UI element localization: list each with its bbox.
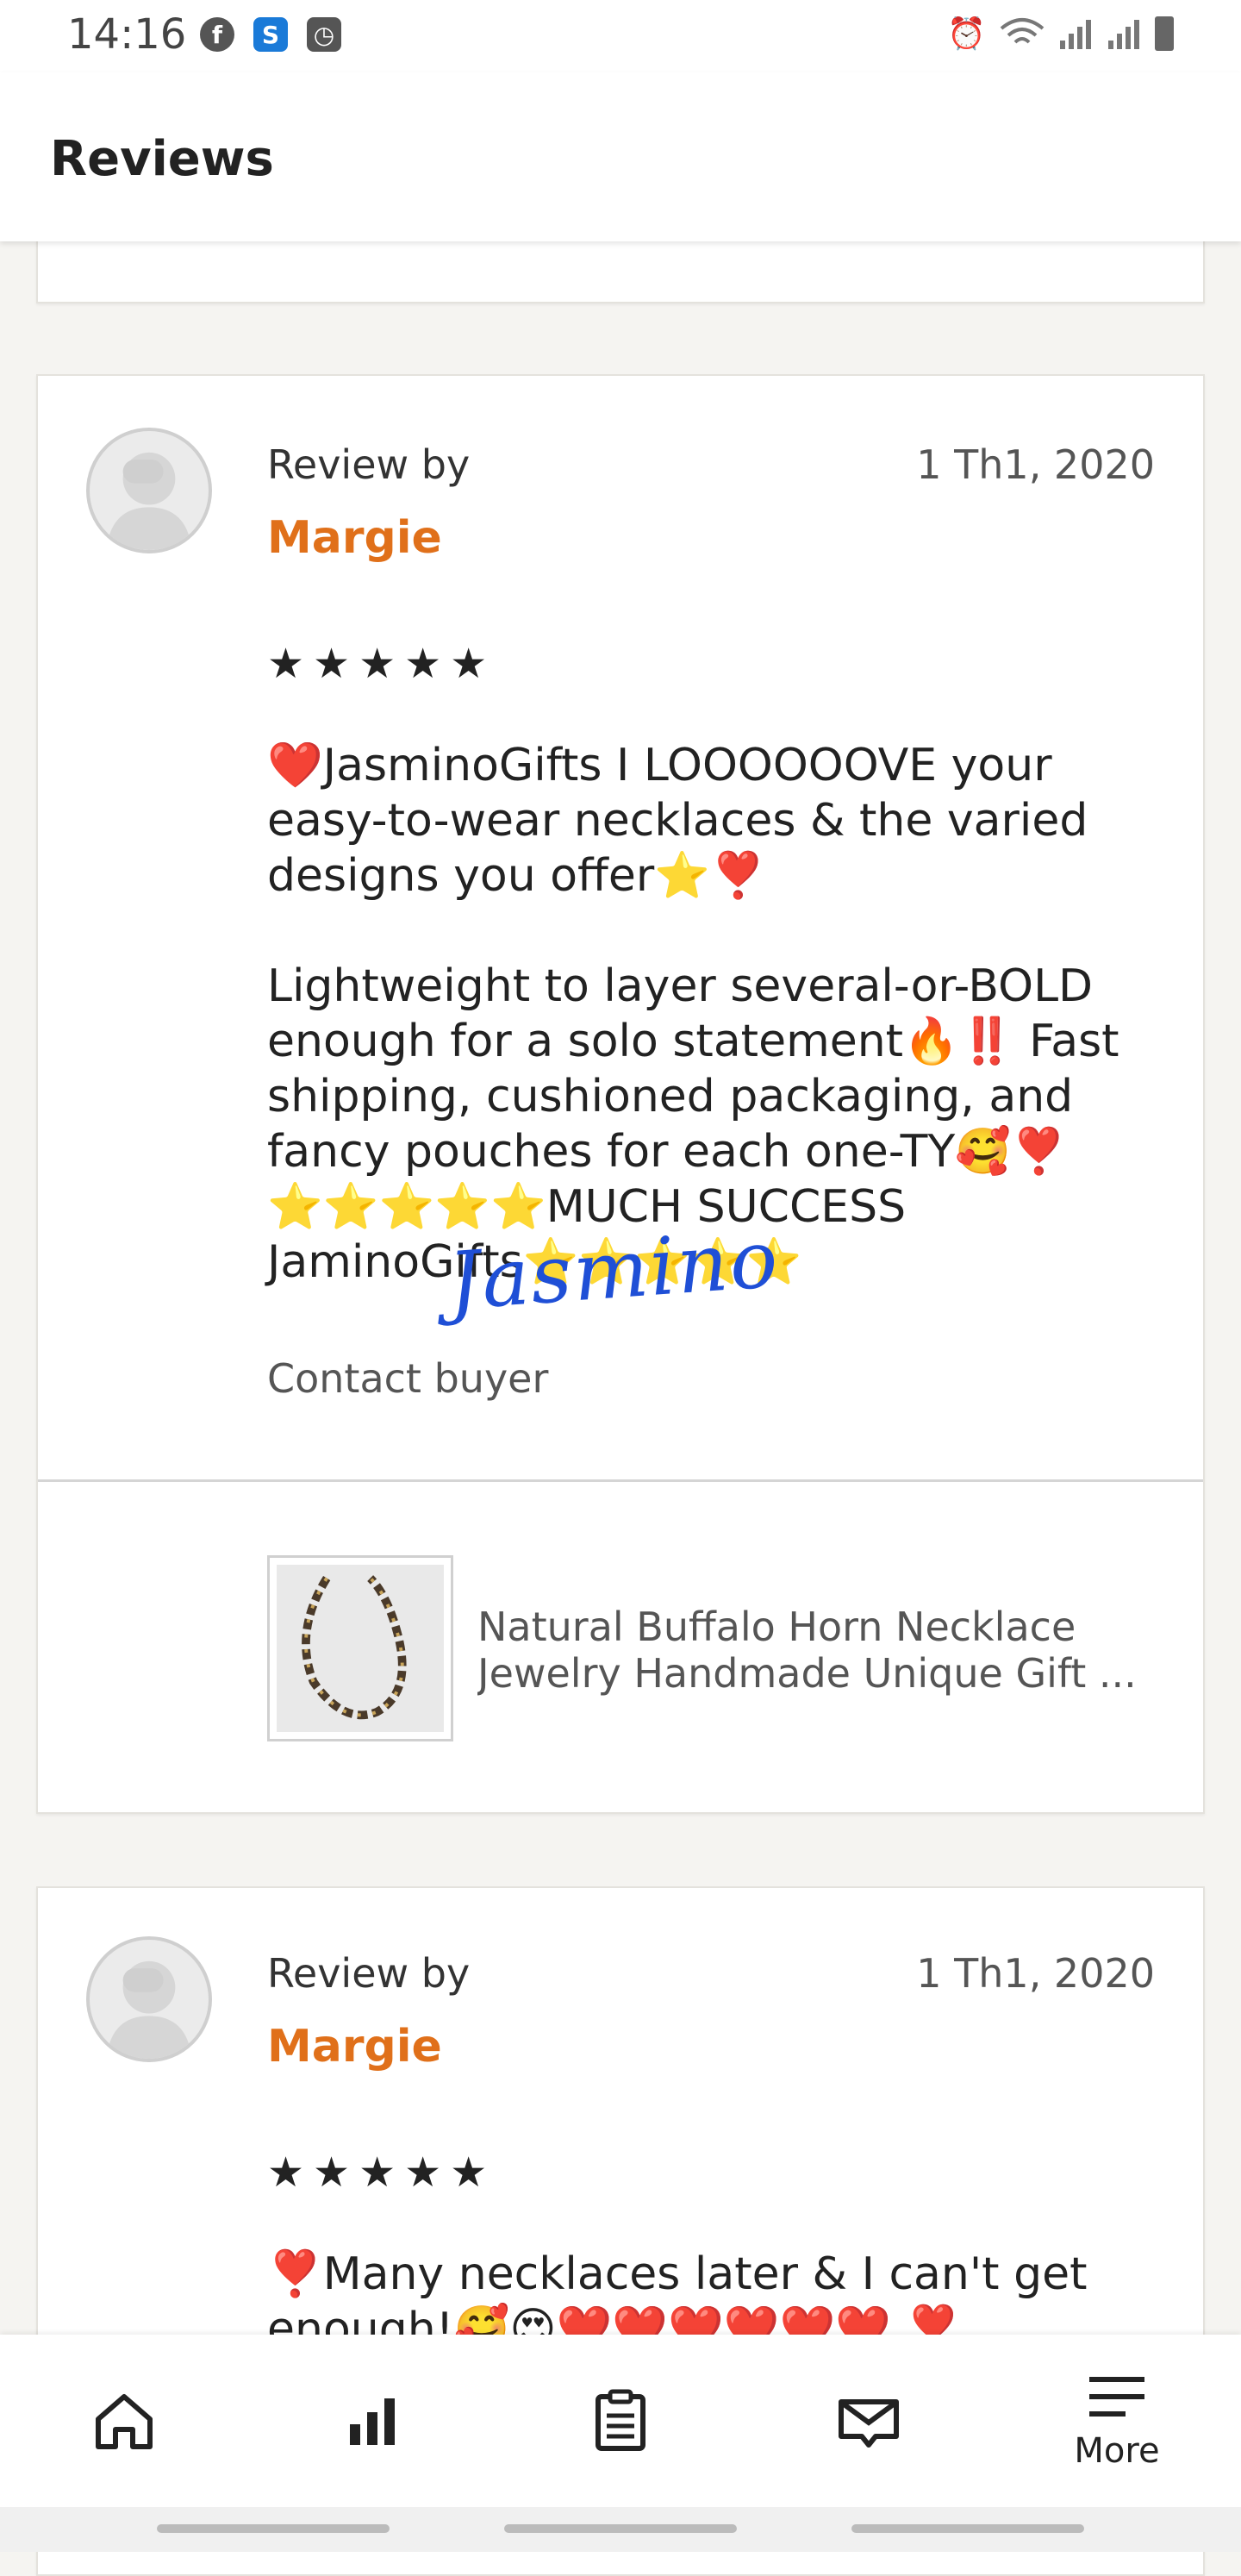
messages-icon (839, 2399, 899, 2448)
necklace-image (277, 1565, 444, 1732)
listing-title-line1: Natural Buffalo Horn Necklace (477, 1604, 1076, 1650)
signal-icon (1060, 20, 1091, 49)
alarm-icon: ⏰ (947, 16, 986, 52)
system-icons: ⏰ (947, 16, 1174, 52)
avatar[interactable] (86, 1936, 212, 2062)
review-by-label: Review by (267, 1950, 471, 1997)
user-silhouette-icon (106, 452, 192, 550)
status-bar: 14:16 f S ◷ ⏰ (0, 0, 1241, 72)
gesture-handle[interactable] (157, 2524, 390, 2533)
orders-icon (596, 2389, 645, 2451)
review-date: 1 Th1, 2020 (916, 1950, 1155, 1997)
listing-title-line2: Jewelry Handmade Unique Gift ... (477, 1650, 1137, 1697)
stats-icon (350, 2398, 395, 2445)
divider (38, 1479, 1203, 1482)
listing-title[interactable]: Natural Buffalo Horn Necklace Jewelry Ha… (477, 1604, 1184, 1697)
facebook-icon: f (200, 17, 234, 52)
notification-icons: f S ◷ (200, 17, 341, 52)
menu-icon (1089, 2377, 1144, 2417)
gesture-handle[interactable] (851, 2524, 1084, 2533)
nav-stats[interactable] (248, 2335, 496, 2507)
nav-home[interactable] (0, 2335, 248, 2507)
star-rating: ★★★★★ (267, 2148, 496, 2197)
s-app-icon: S (253, 17, 288, 52)
nav-more-label: More (1074, 2431, 1160, 2471)
clock-app-icon: ◷ (307, 17, 341, 52)
review-date: 1 Th1, 2020 (916, 441, 1155, 488)
review-text: ❤️JasminoGifts I LOOOOOOVE your easy-to-… (267, 740, 1119, 1288)
status-time: 14:16 (67, 10, 187, 59)
wifi-icon (1000, 18, 1045, 44)
nav-orders[interactable] (496, 2335, 745, 2507)
app-header: Reviews (0, 72, 1241, 241)
gesture-bar (0, 2507, 1241, 2552)
star-rating: ★★★★★ (267, 640, 496, 688)
avatar[interactable] (86, 428, 212, 553)
reviewer-name[interactable]: Margie (267, 2021, 442, 2073)
home-icon (96, 2394, 153, 2449)
bottom-nav: More (0, 2335, 1241, 2507)
contact-buyer-link[interactable]: Contact buyer (267, 1355, 548, 1402)
listing-thumbnail[interactable] (267, 1555, 453, 1741)
nav-more[interactable]: More (993, 2335, 1241, 2507)
review-card: Review by 1 Th1, 2020 Margie ★★★★★ ❤️Jas… (36, 374, 1205, 1814)
nav-messages[interactable] (745, 2335, 993, 2507)
review-by-label: Review by (267, 441, 471, 488)
reviewer-name[interactable]: Margie (267, 512, 442, 564)
signal-icon-2 (1108, 20, 1139, 49)
battery-icon (1155, 16, 1174, 51)
page-title: Reviews (50, 131, 274, 187)
user-silhouette-icon (106, 1960, 192, 2059)
gesture-handle[interactable] (504, 2524, 737, 2533)
